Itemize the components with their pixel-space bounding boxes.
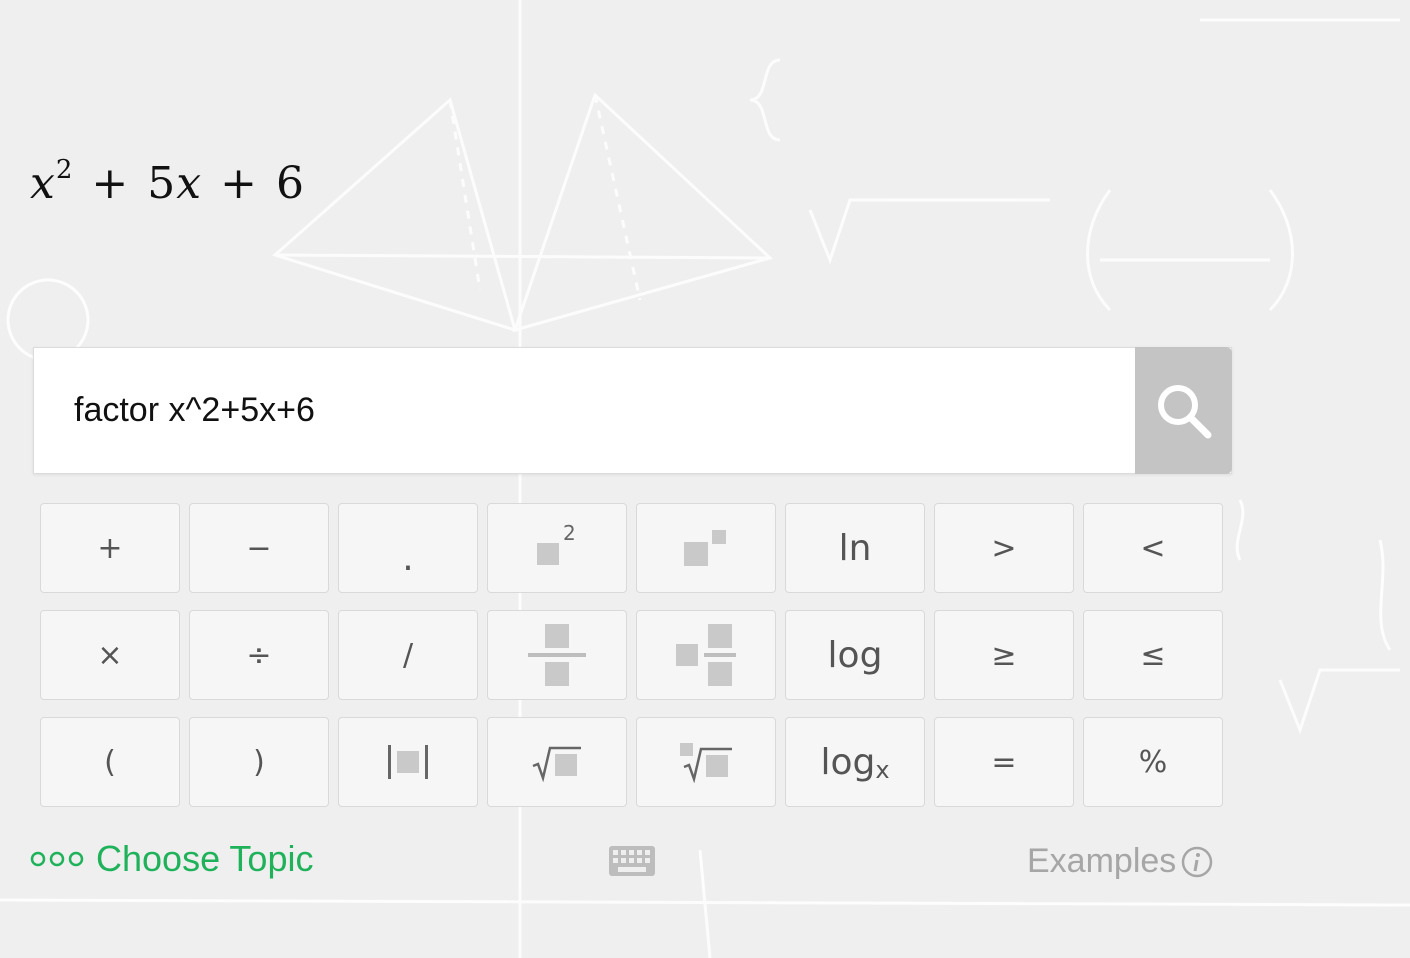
keyboard-toggle[interactable] <box>608 845 656 882</box>
key-ln-label: ln <box>838 527 872 569</box>
key-log[interactable]: log <box>785 610 925 700</box>
examples-label: Examples <box>1027 842 1177 880</box>
preview-plus-2: + <box>220 158 258 209</box>
key-divide[interactable]: ÷ <box>189 610 329 700</box>
math-keypad: + − . 2 ln > < × ÷ / log ≥ ≤ () log x =… <box>40 503 1223 807</box>
info-icon <box>1182 846 1213 877</box>
square-exponent-label: 2 <box>563 521 576 545</box>
fraction-icon <box>528 624 586 686</box>
key-greater-equal[interactable]: ≥ <box>934 610 1074 700</box>
key-log-base-x[interactable]: log x <box>785 717 925 807</box>
search-input[interactable] <box>34 348 1135 473</box>
key-equals-label: = <box>991 744 1017 780</box>
preview-variable-2: x <box>176 158 203 209</box>
key-rparen-label: ) <box>253 744 265 780</box>
key-log-label: log <box>827 634 883 676</box>
preview-exponent: 2 <box>55 155 74 186</box>
key-ge-label: ≥ <box>991 637 1017 673</box>
preview-variable: x <box>30 158 56 209</box>
mixed-fraction-icon <box>676 624 736 686</box>
key-absolute-value[interactable] <box>338 717 478 807</box>
math-background-decoration <box>0 0 1410 958</box>
key-equals[interactable]: = <box>934 717 1074 807</box>
key-lparen-label: ( <box>104 744 116 780</box>
key-power[interactable] <box>636 503 776 593</box>
square-icon: 2 <box>537 521 577 565</box>
key-times[interactable]: × <box>40 610 180 700</box>
key-nth-root[interactable] <box>636 717 776 807</box>
key-slash-label: / <box>402 637 414 673</box>
key-logx-label: log <box>820 741 876 783</box>
absolute-value-icon <box>388 745 428 779</box>
key-less-than[interactable]: < <box>1083 503 1223 593</box>
key-gt-label: > <box>991 530 1017 566</box>
search-bar <box>33 347 1232 474</box>
nth-root-icon <box>680 743 732 783</box>
examples-button[interactable]: Examples <box>1027 842 1214 881</box>
key-greater-than[interactable]: > <box>934 503 1074 593</box>
key-minus-label: − <box>246 530 272 566</box>
math-preview: x2 +5x +6 <box>30 155 305 209</box>
key-square-root[interactable] <box>487 717 627 807</box>
search-button[interactable] <box>1135 347 1232 474</box>
key-square[interactable]: 2 <box>487 503 627 593</box>
key-dot-label: . <box>402 537 414 579</box>
key-decimal-point[interactable]: . <box>338 503 478 593</box>
preview-constant: 6 <box>275 158 305 209</box>
key-minus[interactable]: − <box>189 503 329 593</box>
choose-topic-button[interactable]: Choose Topic <box>30 838 313 880</box>
key-percent[interactable]: % <box>1083 717 1223 807</box>
key-right-paren[interactable]: ) <box>189 717 329 807</box>
key-divide-label: ÷ <box>246 637 272 673</box>
key-left-paren[interactable]: ( <box>40 717 180 807</box>
key-plus[interactable]: + <box>40 503 180 593</box>
search-icon <box>1157 384 1211 438</box>
key-le-label: ≤ <box>1140 637 1166 673</box>
key-percent-label: % <box>1138 744 1168 780</box>
key-times-label: × <box>97 637 123 673</box>
preview-coefficient: 5 <box>147 158 177 209</box>
key-fraction[interactable] <box>487 610 627 700</box>
key-mixed-fraction[interactable] <box>636 610 776 700</box>
square-root-icon <box>532 746 581 782</box>
power-icon <box>684 530 728 566</box>
preview-plus: + <box>91 158 130 209</box>
three-dots-icon <box>30 851 84 867</box>
key-lt-label: < <box>1140 530 1166 566</box>
key-logx-subscript: x <box>875 756 890 784</box>
key-slash[interactable]: / <box>338 610 478 700</box>
key-ln[interactable]: ln <box>785 503 925 593</box>
choose-topic-label: Choose Topic <box>96 838 314 879</box>
key-less-equal[interactable]: ≤ <box>1083 610 1223 700</box>
keyboard-icon <box>609 846 655 876</box>
key-plus-label: + <box>97 530 123 566</box>
